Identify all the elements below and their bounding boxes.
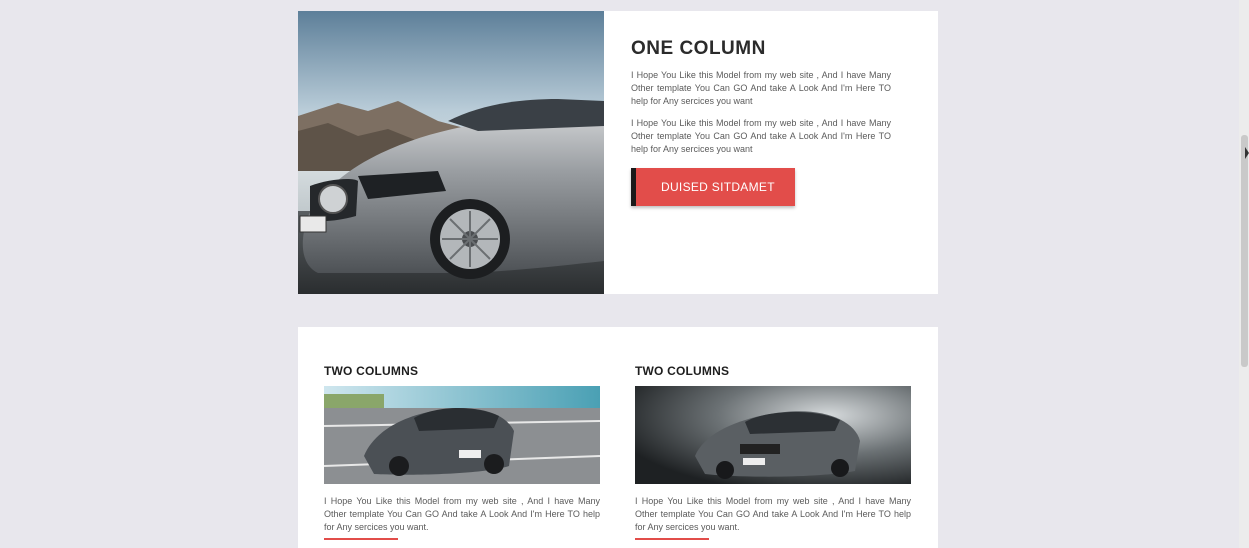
one-column-card: ONE COLUMN I Hope You Like this Model fr… xyxy=(298,11,938,294)
column-left: TWO COLUMNS I Hope You Like this Model f… xyxy=(324,364,600,544)
scrollbar-thumb[interactable] xyxy=(1241,135,1248,367)
column-right-button[interactable] xyxy=(635,538,709,544)
one-column-title: ONE COLUMN xyxy=(631,38,766,59)
duised-sitdamet-button[interactable]: DUISED SITDAMET xyxy=(631,168,795,206)
column-right: TWO COLUMNS I Hope You Like this Model f… xyxy=(635,364,911,544)
one-column-paragraph-2: I Hope You Like this Model from my web s… xyxy=(631,118,891,154)
porsche-car-image xyxy=(324,386,600,484)
two-columns-card: TWO COLUMNS I Hope You Like this Model f… xyxy=(298,327,938,548)
mercedes-cls-car-image xyxy=(635,386,911,484)
column-left-button[interactable] xyxy=(324,538,398,544)
mouse-cursor-icon xyxy=(1245,147,1249,159)
scrollbar[interactable] xyxy=(1239,0,1249,548)
column-right-title: TWO COLUMNS xyxy=(635,364,730,378)
one-column-paragraph-1: I Hope You Like this Model from my web s… xyxy=(631,70,891,106)
column-left-text: I Hope You Like this Model from my web s… xyxy=(324,496,600,532)
column-right-text: I Hope You Like this Model from my web s… xyxy=(635,496,911,532)
column-left-title: TWO COLUMNS xyxy=(324,364,419,378)
hero-car-image xyxy=(298,11,604,294)
one-column-content: ONE COLUMN I Hope You Like this Model fr… xyxy=(631,38,891,206)
